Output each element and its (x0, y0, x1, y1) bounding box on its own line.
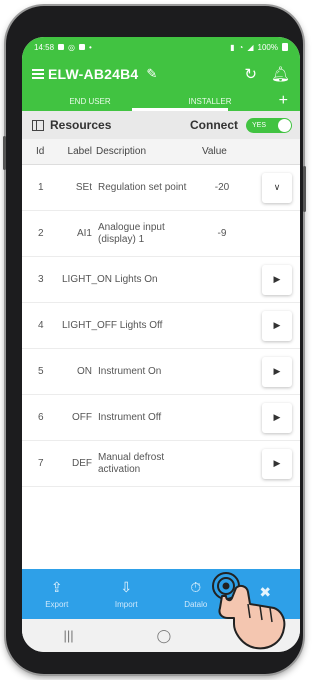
table-row: 2 AI1 Analogue input (display) 1 -9 (22, 211, 300, 257)
tab-installer[interactable]: INSTALLER (160, 97, 260, 106)
nav-export[interactable]: ⇪ Export (22, 569, 92, 619)
play-icon: ▶ (273, 458, 281, 468)
nav-export-label: Export (45, 600, 69, 609)
table-row: 3 LIGHT_ON Lights On ▶ (22, 257, 300, 303)
row-id: 1 (38, 182, 44, 193)
dot-icon: • (89, 42, 92, 52)
run-button[interactable]: ▶ (262, 448, 292, 479)
play-icon: ▶ (273, 274, 281, 284)
tap-gesture-hand-icon (212, 572, 286, 650)
notification-icon: ◎ (68, 42, 76, 52)
row-description: Instrument On (98, 365, 162, 377)
toggle-state: YES (252, 121, 267, 129)
row-value: -9 (217, 228, 227, 239)
export-icon: ⇪ (50, 579, 63, 595)
status-bar: 14:58 ◎ • ▮ ◔ ◢ 100% (22, 37, 300, 57)
notification-icon (79, 44, 86, 50)
run-button[interactable]: ▶ (262, 310, 292, 341)
header-id: Id (36, 146, 45, 157)
chevron-down-icon: ∨ (273, 182, 281, 192)
recents-icon[interactable]: ||| (63, 628, 73, 643)
app-bar: ELW-AB24B4 ✎ ↻ 🔔︎ (22, 57, 300, 91)
connect-label: Connect (190, 118, 238, 132)
resource-list: 1 SEt Regulation set point -20 ∨ 2 AI1 A… (22, 165, 300, 487)
device-title: ELW-AB24B4 (48, 66, 139, 82)
play-icon: ▶ (273, 320, 281, 330)
table-row: 5 ON Instrument On ▶ (22, 349, 300, 395)
row-id: 6 (38, 412, 44, 423)
bell-icon[interactable]: 🔔︎ (271, 65, 290, 83)
resources-label: Resources (50, 118, 112, 132)
row-label: DEF (72, 458, 92, 469)
resources-bar: Resources Connect YES (22, 111, 300, 139)
resources-icon (32, 119, 44, 131)
signal-icon: ◢ (247, 42, 254, 52)
edit-icon[interactable]: ✎ (146, 66, 157, 82)
datalog-icon: ⏱ (190, 579, 202, 595)
import-icon: ⇩ (120, 579, 133, 595)
row-value: -20 (214, 182, 230, 193)
row-description: Regulation set point (98, 181, 187, 193)
row-description: Analogue input (display) 1 (98, 221, 165, 245)
tab-end-user[interactable]: END USER (40, 97, 140, 106)
table-header: Id Label Description Value (22, 139, 300, 165)
connect-toggle[interactable]: YES (246, 117, 292, 133)
play-icon: ▶ (273, 366, 281, 376)
toggle-knob (278, 118, 291, 132)
status-time: 14:58 (34, 42, 55, 52)
row-label: ON (77, 366, 92, 377)
row-label-description: LIGHT_OFF Lights Off (62, 320, 163, 331)
nav-import[interactable]: ⇩ Import (92, 569, 162, 619)
row-id: 4 (38, 320, 44, 331)
run-button[interactable]: ▶ (262, 264, 292, 295)
add-icon[interactable]: + (279, 93, 288, 109)
play-icon: ▶ (273, 412, 281, 422)
alarm-icon: ▮ (230, 42, 235, 52)
row-id: 2 (38, 228, 44, 239)
header-description: Description (96, 146, 147, 157)
row-id: 7 (38, 458, 44, 469)
run-button[interactable]: ▶ (262, 356, 292, 387)
row-description: Instrument Off (98, 411, 162, 423)
row-label: OFF (72, 412, 92, 423)
power-button (303, 166, 306, 212)
table-row: 4 LIGHT_OFF Lights Off ▶ (22, 303, 300, 349)
tab-bar: END USER INSTALLER + (22, 91, 300, 111)
row-label: AI1 (76, 228, 92, 239)
wifi-icon: ◔ (238, 42, 244, 52)
menu-icon[interactable] (32, 69, 44, 79)
nav-import-label: Import (114, 600, 138, 609)
battery-icon (282, 43, 288, 51)
row-id: 5 (38, 366, 44, 377)
row-description: Manual defrost activation (98, 451, 165, 475)
header-value: Value (202, 146, 227, 157)
expand-button[interactable]: ∨ (262, 172, 292, 203)
tab-indicator (132, 108, 228, 111)
notification-icon (58, 44, 65, 50)
row-label: SEt (75, 182, 92, 193)
run-button[interactable]: ▶ (262, 402, 292, 433)
table-row: 6 OFF Instrument Off ▶ (22, 395, 300, 441)
refresh-icon[interactable]: ↻ (244, 65, 257, 83)
row-label-description: LIGHT_ON Lights On (62, 274, 158, 285)
home-icon[interactable]: ◯ (157, 628, 172, 644)
header-label: Label (67, 146, 92, 157)
table-row: 7 DEF Manual defrost activation ▶ (22, 441, 300, 487)
volume-button (3, 136, 6, 170)
row-id: 3 (38, 274, 44, 285)
phone-screen: 14:58 ◎ • ▮ ◔ ◢ 100% ELW-AB24B4 ✎ ↻ 🔔︎ E… (22, 37, 300, 652)
table-row: 1 SEt Regulation set point -20 ∨ (22, 165, 300, 211)
battery-level: 100% (257, 42, 278, 52)
